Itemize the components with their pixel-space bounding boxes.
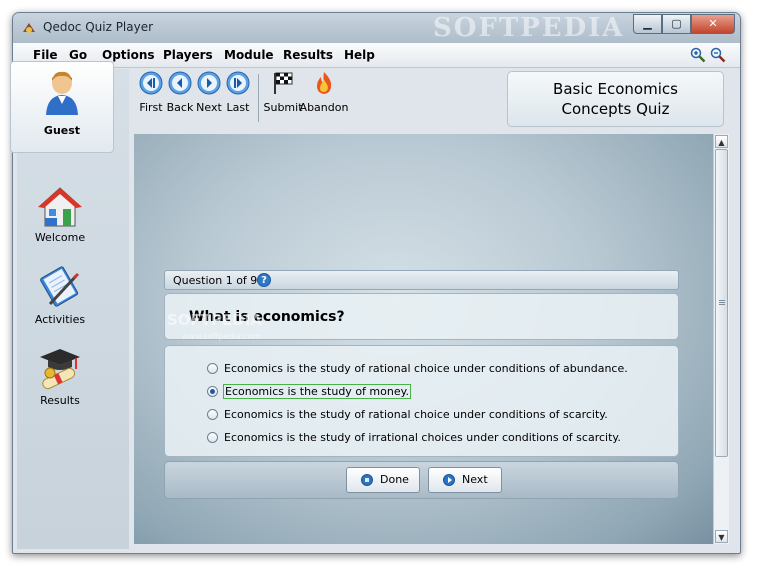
radio-button[interactable] bbox=[207, 409, 218, 420]
radio-button[interactable] bbox=[207, 363, 218, 374]
abandon-button[interactable]: Abandon bbox=[300, 71, 348, 114]
answer-text[interactable]: Economics is the study of irrational cho… bbox=[223, 431, 622, 444]
menu-options[interactable]: Options bbox=[102, 48, 155, 62]
next-button[interactable]: Next bbox=[428, 467, 502, 493]
house-icon bbox=[38, 187, 82, 227]
quiz-title-line1: Basic Economics bbox=[553, 80, 678, 98]
done-button[interactable]: Done bbox=[346, 467, 420, 493]
menu-file[interactable]: File bbox=[33, 48, 58, 62]
next-icon bbox=[443, 474, 455, 486]
sidebar-label-results: Results bbox=[40, 394, 80, 407]
maximize-button[interactable]: ▢ bbox=[662, 14, 691, 34]
quiz-title-line2: Concepts Quiz bbox=[561, 100, 670, 118]
sidebar-item-activities[interactable]: Activities bbox=[4, 262, 116, 326]
next-label: Next bbox=[462, 473, 488, 486]
sidebar-label-welcome: Welcome bbox=[34, 231, 86, 244]
menu-go[interactable]: Go bbox=[69, 48, 87, 62]
done-label: Done bbox=[380, 473, 409, 486]
scroll-up-icon[interactable]: ▲ bbox=[715, 135, 728, 148]
menu-bar: File Go Options Players Module Results H… bbox=[13, 43, 740, 68]
scroll-down-icon[interactable]: ▼ bbox=[715, 530, 728, 543]
question-counter: Question 1 of 9. bbox=[173, 274, 261, 287]
close-button[interactable]: ✕ bbox=[691, 14, 735, 34]
help-icon[interactable]: ? bbox=[257, 273, 271, 287]
last-button[interactable]: Last bbox=[223, 71, 253, 114]
app-icon bbox=[23, 23, 35, 33]
last-label: Last bbox=[226, 101, 250, 114]
grip-line bbox=[719, 304, 725, 305]
zoom-out-icon[interactable] bbox=[710, 47, 726, 63]
softpedia-watermark: SOFTPEDIA bbox=[167, 311, 262, 329]
abandon-label: Abandon bbox=[299, 101, 349, 114]
graduation-cap-icon bbox=[40, 349, 80, 390]
vertical-scrollbar[interactable]: ▲ ▼ bbox=[713, 134, 729, 544]
last-arrow-icon bbox=[226, 71, 250, 95]
window-title: Qedoc Quiz Player bbox=[43, 20, 154, 34]
submit-button[interactable]: Submit bbox=[263, 71, 303, 114]
minimize-button[interactable]: ▁ bbox=[633, 14, 662, 34]
menu-players[interactable]: Players bbox=[163, 48, 213, 62]
user-name: Guest bbox=[43, 124, 81, 137]
action-bar bbox=[164, 461, 679, 499]
radio-button-selected[interactable] bbox=[207, 386, 218, 397]
sidebar-item-results[interactable]: Results bbox=[4, 343, 116, 407]
grip-line bbox=[719, 300, 725, 301]
answer-text[interactable]: Economics is the study of rational choic… bbox=[223, 408, 609, 421]
menu-module[interactable]: Module bbox=[224, 48, 274, 62]
fire-icon bbox=[317, 72, 332, 94]
softpedia-url-watermark: www.softpedia.com bbox=[182, 332, 261, 341]
radio-button[interactable] bbox=[207, 432, 218, 443]
zoom-in-icon[interactable] bbox=[690, 47, 706, 63]
scrollbar-thumb[interactable] bbox=[715, 149, 728, 457]
user-profile[interactable]: Guest bbox=[10, 61, 114, 153]
next-arrow-icon bbox=[197, 71, 221, 95]
menu-results[interactable]: Results bbox=[283, 48, 333, 62]
watermark: SOFTPEDIA bbox=[433, 13, 625, 43]
user-avatar-icon bbox=[46, 71, 78, 115]
checkered-flag-icon bbox=[274, 72, 293, 94]
window-controls: ▁ ▢ ✕ bbox=[633, 14, 735, 34]
grip-line bbox=[719, 302, 725, 303]
title-bar[interactable]: Qedoc Quiz Player SOFTPEDIA ▁ ▢ ✕ bbox=[13, 13, 740, 44]
toolbar-separator bbox=[258, 74, 259, 122]
answer-text[interactable]: Economics is the study of money. bbox=[223, 384, 412, 399]
question-counter-bar: Question 1 of 9. ? bbox=[164, 270, 679, 290]
menu-help[interactable]: Help bbox=[344, 48, 375, 62]
sidebar-item-welcome[interactable]: Welcome bbox=[4, 186, 116, 244]
first-arrow-icon bbox=[139, 71, 163, 95]
answers-panel: Economics is the study of rational choic… bbox=[164, 345, 679, 457]
sidebar-label-activities: Activities bbox=[34, 313, 86, 326]
back-arrow-icon bbox=[168, 71, 192, 95]
quiz-title-panel: Basic Economics Concepts Quiz bbox=[507, 71, 724, 127]
answer-text[interactable]: Economics is the study of rational choic… bbox=[223, 362, 629, 375]
notebook-pen-icon bbox=[40, 266, 80, 307]
done-icon bbox=[361, 474, 373, 486]
